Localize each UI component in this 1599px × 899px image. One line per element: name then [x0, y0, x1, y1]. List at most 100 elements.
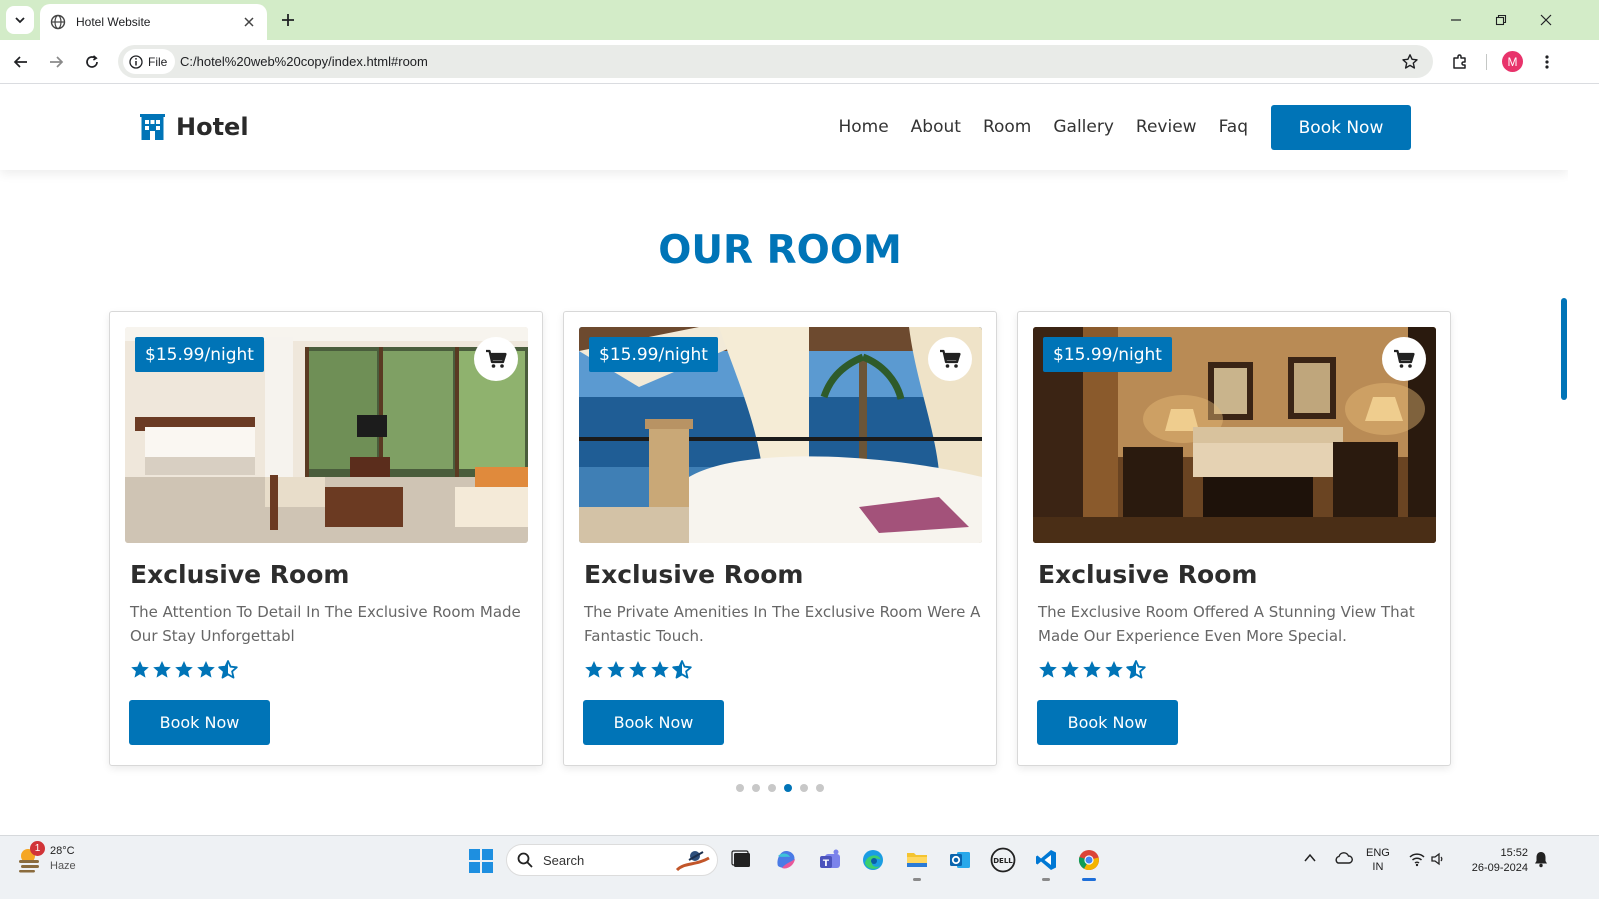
- taskbar-app-chrome[interactable]: [1075, 846, 1103, 881]
- system-clock[interactable]: 15:52 26-09-2024: [1462, 846, 1528, 876]
- taskbar-app-outlook[interactable]: [946, 846, 974, 874]
- teams-icon: T: [820, 849, 840, 869]
- taskbar-app-file-explorer[interactable]: [903, 846, 931, 881]
- wifi-volume-icon: [1409, 852, 1443, 867]
- nav-faq[interactable]: Faq: [1219, 117, 1248, 137]
- minimize-button[interactable]: [1444, 8, 1468, 32]
- dell-icon: DELL: [990, 847, 1016, 873]
- price-badge: $15.99/night: [135, 337, 264, 372]
- main-nav: Home About Room Gallery Review Faq: [838, 117, 1248, 137]
- page-scrollbar-track[interactable]: [1568, 85, 1599, 835]
- globe-icon: [50, 14, 66, 30]
- site-info-chip[interactable]: File: [123, 49, 175, 74]
- notifications-button[interactable]: [1533, 850, 1549, 872]
- price-badge: $15.99/night: [1043, 337, 1172, 372]
- restore-icon: [1495, 14, 1507, 26]
- copilot-icon: [777, 851, 795, 869]
- minimize-icon: [1451, 19, 1461, 21]
- windows-start-icon[interactable]: [468, 848, 494, 874]
- extensions-button[interactable]: [1447, 49, 1473, 75]
- browser-menu-button[interactable]: [1534, 49, 1560, 75]
- bookmark-star-icon[interactable]: [1401, 53, 1419, 71]
- carousel-dot[interactable]: [800, 784, 808, 792]
- taskbar-search-box[interactable]: Search: [506, 844, 718, 876]
- room-description: The Attention To Detail In The Exclusive…: [130, 603, 521, 645]
- star-rating: [130, 660, 238, 680]
- room-book-now-button[interactable]: Book Now: [583, 700, 724, 745]
- weather-widget[interactable]: 1 28°C Haze: [16, 841, 76, 874]
- reload-button[interactable]: [79, 49, 105, 75]
- close-window-button[interactable]: [1534, 8, 1558, 32]
- search-icon: [517, 852, 533, 868]
- room-title: Exclusive Room: [130, 560, 350, 589]
- room-title: Exclusive Room: [584, 560, 804, 589]
- weather-haze-icon: 1: [16, 841, 45, 873]
- star-half-icon: [218, 660, 238, 679]
- nav-home[interactable]: Home: [838, 117, 888, 137]
- star-full-icon: [197, 661, 215, 678]
- add-to-cart-button[interactable]: [928, 337, 972, 381]
- tab-title: Hotel Website: [76, 15, 151, 29]
- app-running-indicator: [913, 878, 921, 881]
- star-full-icon: [607, 661, 625, 678]
- language-indicator[interactable]: ENG IN: [1366, 846, 1390, 874]
- clock-date: 26-09-2024: [1471, 862, 1528, 874]
- taskbar-app-teams[interactable]: T: [816, 846, 844, 874]
- room-title: Exclusive Room: [1038, 560, 1258, 589]
- new-tab-button[interactable]: [277, 9, 299, 31]
- back-button[interactable]: [8, 49, 34, 75]
- chevron-up-icon: [1304, 853, 1316, 862]
- add-to-cart-button[interactable]: [474, 337, 518, 381]
- nav-room[interactable]: Room: [983, 117, 1031, 137]
- nav-review[interactable]: Review: [1136, 117, 1197, 137]
- site-logo[interactable]: Hotel: [140, 113, 249, 141]
- cloud-icon: [1335, 852, 1353, 864]
- region-code: IN: [1372, 861, 1384, 873]
- forward-button[interactable]: [43, 49, 69, 75]
- carousel-dot[interactable]: [768, 784, 776, 792]
- taskbar-app-copilot[interactable]: [772, 846, 800, 874]
- nav-gallery[interactable]: Gallery: [1053, 117, 1114, 137]
- nav-about[interactable]: About: [911, 117, 961, 137]
- star-full-icon: [1083, 661, 1101, 678]
- browser-toolbar: File C:/hotel%20web%20copy/index.html#ro…: [0, 40, 1599, 84]
- network-volume-button[interactable]: [1408, 851, 1448, 871]
- profile-avatar[interactable]: M: [1502, 51, 1523, 72]
- carousel-dot-active[interactable]: [784, 784, 792, 792]
- taskbar-app-vscode[interactable]: [1032, 846, 1060, 881]
- star-rating: [584, 660, 692, 680]
- onedrive-button[interactable]: [1333, 850, 1353, 869]
- star-full-icon: [131, 661, 149, 678]
- show-hidden-icons-button[interactable]: [1303, 850, 1317, 869]
- close-tab-icon[interactable]: [241, 14, 257, 30]
- cart-icon: [940, 349, 961, 368]
- close-icon: [1540, 14, 1552, 26]
- tab-search-button[interactable]: [6, 6, 34, 34]
- restore-button[interactable]: [1489, 8, 1513, 32]
- room-book-now-button[interactable]: Book Now: [129, 700, 270, 745]
- star-full-icon: [153, 661, 171, 678]
- folder-icon: [907, 853, 927, 867]
- carousel-dot[interactable]: [752, 784, 760, 792]
- windows-taskbar: 1 28°C Haze Search T DELL ENG IN 15:52 2…: [0, 835, 1599, 899]
- carousel-dot[interactable]: [816, 784, 824, 792]
- url-text[interactable]: C:/hotel%20web%20copy/index.html#room: [180, 54, 428, 69]
- hotel-building-icon: [140, 114, 165, 140]
- logo-text: Hotel: [176, 113, 249, 141]
- add-to-cart-button[interactable]: [1382, 337, 1426, 381]
- browser-tab[interactable]: Hotel Website: [40, 4, 267, 40]
- room-card: $15.99/night Exclusive Room The Exclusiv…: [1017, 311, 1451, 766]
- taskbar-app-dell[interactable]: DELL: [989, 846, 1017, 874]
- taskbar-app-edge[interactable]: [859, 846, 887, 874]
- more-vertical-icon: [1545, 55, 1549, 69]
- room-image: $15.99/night: [1033, 327, 1436, 543]
- room-book-now-button[interactable]: Book Now: [1037, 700, 1178, 745]
- room-card: $15.99/night Exclusive Room The Private …: [563, 311, 997, 766]
- room-card: $15.99/night Exclusive Room The Attentio…: [109, 311, 543, 766]
- header-book-now-button[interactable]: Book Now: [1271, 105, 1411, 150]
- taskbar-app-task-view[interactable]: [728, 846, 756, 874]
- address-bar[interactable]: File C:/hotel%20web%20copy/index.html#ro…: [118, 45, 1433, 78]
- star-rating: [1038, 660, 1146, 680]
- carousel-dot[interactable]: [736, 784, 744, 792]
- page-scrollbar-thumb[interactable]: [1561, 298, 1567, 400]
